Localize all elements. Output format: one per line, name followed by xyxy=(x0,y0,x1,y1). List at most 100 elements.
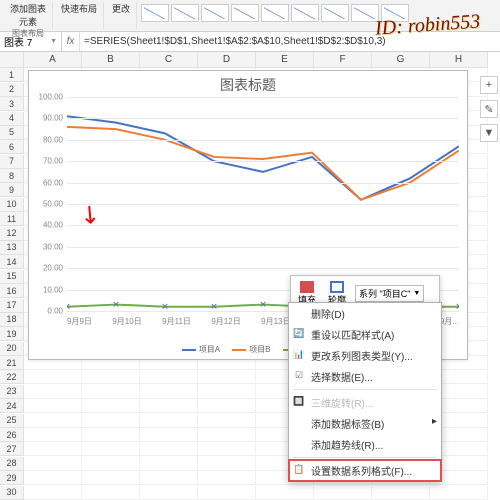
context-menu-item[interactable]: 删除(D) xyxy=(289,303,441,324)
cell[interactable] xyxy=(430,486,488,500)
cell[interactable] xyxy=(82,414,140,428)
cell[interactable] xyxy=(82,399,140,413)
row-header[interactable]: 17 xyxy=(0,299,24,313)
column-header[interactable]: G xyxy=(372,52,430,68)
cell[interactable] xyxy=(140,486,198,500)
formula-input[interactable]: =SERIES(Sheet1!$D$1,Sheet1!$A$2:$A$10,Sh… xyxy=(80,32,500,51)
cell[interactable] xyxy=(314,486,372,500)
cell[interactable] xyxy=(24,385,82,399)
context-menu-item[interactable]: ☑选择数据(E)... xyxy=(289,366,441,387)
cell[interactable] xyxy=(82,471,140,485)
cell[interactable] xyxy=(140,471,198,485)
add-chart-element-button[interactable]: 添加图表 xyxy=(10,2,46,15)
chart-style-thumb[interactable] xyxy=(171,4,199,22)
row-header[interactable]: 3 xyxy=(0,97,24,111)
row-header[interactable]: 22 xyxy=(0,370,24,384)
cell[interactable] xyxy=(24,457,82,471)
cell[interactable] xyxy=(140,428,198,442)
cell[interactable] xyxy=(82,486,140,500)
row-header[interactable]: 14 xyxy=(0,255,24,269)
column-header[interactable]: B xyxy=(82,52,140,68)
fx-icon[interactable]: fx xyxy=(62,32,80,51)
row-header[interactable]: 20 xyxy=(0,342,24,356)
row-header[interactable]: 5 xyxy=(0,126,24,140)
column-header[interactable]: C xyxy=(140,52,198,68)
select-all-corner[interactable] xyxy=(0,52,24,68)
chevron-down-icon[interactable]: ▼ xyxy=(50,38,57,45)
cell[interactable] xyxy=(24,471,82,485)
cell[interactable] xyxy=(140,457,198,471)
row-header[interactable]: 1 xyxy=(0,68,24,82)
row-header[interactable]: 6 xyxy=(0,140,24,154)
chart-style-thumb[interactable] xyxy=(381,4,409,22)
cell[interactable] xyxy=(198,486,256,500)
cell[interactable] xyxy=(198,385,256,399)
cell[interactable] xyxy=(140,385,198,399)
cell[interactable] xyxy=(140,370,198,384)
chart-style-thumb[interactable] xyxy=(291,4,319,22)
row-header[interactable]: 13 xyxy=(0,241,24,255)
cell[interactable] xyxy=(140,414,198,428)
row-header[interactable]: 16 xyxy=(0,284,24,298)
row-header[interactable]: 27 xyxy=(0,442,24,456)
context-menu-item[interactable]: 添加数据标签(B)▸ xyxy=(289,413,441,434)
quick-layout-button[interactable]: 快速布局 xyxy=(61,2,97,15)
row-header[interactable]: 9 xyxy=(0,183,24,197)
row-header[interactable]: 15 xyxy=(0,270,24,284)
cell[interactable] xyxy=(24,414,82,428)
cell[interactable] xyxy=(198,442,256,456)
cell[interactable] xyxy=(140,399,198,413)
cell[interactable] xyxy=(198,471,256,485)
column-header[interactable]: D xyxy=(198,52,256,68)
row-header[interactable]: 12 xyxy=(0,227,24,241)
context-menu-item[interactable]: 📊更改系列图表类型(Y)... xyxy=(289,345,441,366)
cell[interactable] xyxy=(24,486,82,500)
legend-item[interactable]: 项目A xyxy=(182,344,220,355)
row-header[interactable]: 18 xyxy=(0,313,24,327)
change-color-button[interactable]: 更改 xyxy=(112,2,130,15)
row-header[interactable]: 11 xyxy=(0,212,24,226)
row-header[interactable]: 4 xyxy=(0,112,24,126)
cell[interactable] xyxy=(198,370,256,384)
chart-style-thumb[interactable] xyxy=(141,4,169,22)
cell[interactable] xyxy=(82,442,140,456)
chart-style-thumb[interactable] xyxy=(201,4,229,22)
cell[interactable] xyxy=(198,414,256,428)
cell[interactable] xyxy=(198,428,256,442)
series-select[interactable]: 系列 "项目C"▼ xyxy=(355,285,424,302)
context-menu-item[interactable]: 📋设置数据系列格式(F)... xyxy=(289,460,441,481)
row-header[interactable]: 8 xyxy=(0,169,24,183)
name-box[interactable]: 图表 7▼ xyxy=(0,32,62,51)
row-header[interactable]: 25 xyxy=(0,414,24,428)
row-header[interactable]: 26 xyxy=(0,428,24,442)
row-header[interactable]: 10 xyxy=(0,198,24,212)
legend-item[interactable]: 项目B xyxy=(232,344,270,355)
cell[interactable] xyxy=(24,442,82,456)
row-header[interactable]: 19 xyxy=(0,327,24,341)
cell[interactable] xyxy=(198,457,256,471)
cell[interactable] xyxy=(256,486,314,500)
cell[interactable] xyxy=(372,486,430,500)
chart-elements-button[interactable]: + xyxy=(480,76,498,94)
cell[interactable] xyxy=(82,370,140,384)
row-header[interactable]: 24 xyxy=(0,399,24,413)
cell[interactable] xyxy=(82,385,140,399)
row-header[interactable]: 30 xyxy=(0,486,24,500)
chart-style-thumb[interactable] xyxy=(261,4,289,22)
context-menu-item[interactable]: 添加趋势线(R)... xyxy=(289,434,441,455)
chart-style-thumb[interactable] xyxy=(351,4,379,22)
column-header[interactable]: F xyxy=(314,52,372,68)
chart-filter-button[interactable]: ▼ xyxy=(480,124,498,142)
row-header[interactable]: 21 xyxy=(0,356,24,370)
cell[interactable] xyxy=(140,442,198,456)
cell[interactable] xyxy=(24,370,82,384)
element-button[interactable]: 元素 xyxy=(19,15,37,28)
context-menu-item[interactable]: 🔄重设以匹配样式(A) xyxy=(289,324,441,345)
chart-title[interactable]: 图表标题 xyxy=(29,71,467,99)
chart-style-thumb[interactable] xyxy=(321,4,349,22)
column-header[interactable]: E xyxy=(256,52,314,68)
column-header[interactable]: A xyxy=(24,52,82,68)
column-header[interactable]: H xyxy=(430,52,488,68)
cell[interactable] xyxy=(82,457,140,471)
row-header[interactable]: 2 xyxy=(0,83,24,97)
